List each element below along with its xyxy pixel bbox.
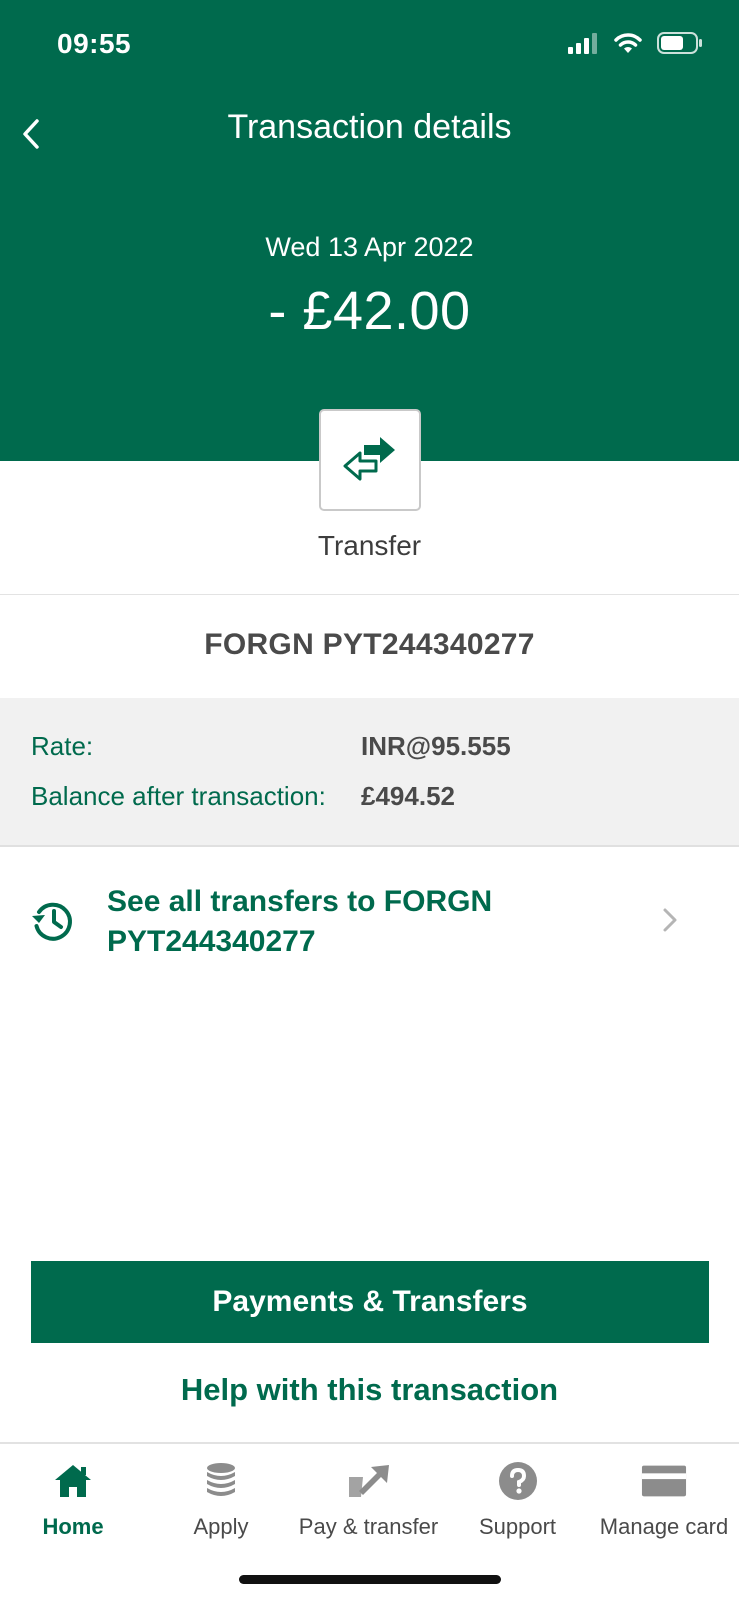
- divider: [0, 594, 739, 595]
- signal-icon: [568, 33, 597, 54]
- rate-label: Rate:: [31, 731, 94, 761]
- tab-apply[interactable]: Apply: [181, 1444, 261, 1554]
- question-icon: [495, 1460, 541, 1502]
- tab-pay-transfer-label: Pay & transfer: [298, 1514, 439, 1539]
- see-all-transfers-label: See all transfers to FORGN PYT244340277: [107, 885, 493, 958]
- status-time: 09:55: [57, 28, 132, 59]
- transaction-info-panel: Rate: INR@95.555 Balance after transacti…: [0, 698, 739, 847]
- tab-support-label: Support: [478, 1514, 557, 1539]
- history-icon: [32, 902, 72, 941]
- coins-stack-icon: [198, 1460, 244, 1502]
- card-icon: [641, 1460, 687, 1502]
- battery-icon: [657, 32, 702, 54]
- transaction-type-badge: [319, 409, 421, 511]
- balance-label: Balance after transaction:: [31, 781, 326, 811]
- transaction-amount: - £42.00: [268, 281, 471, 341]
- payee-name: FORGN PYT244340277: [204, 628, 535, 661]
- tab-support[interactable]: Support: [470, 1444, 565, 1554]
- pay-transfer-icon: [346, 1460, 392, 1502]
- transaction-date: Wed 13 Apr 2022: [265, 232, 474, 262]
- help-transaction-link[interactable]: Help with this transaction: [0, 1372, 739, 1408]
- transfer-arrows-icon: [343, 437, 395, 481]
- tab-manage-card[interactable]: Manage card: [599, 1444, 729, 1554]
- see-all-transfers-link[interactable]: See all transfers to FORGN PYT244340277: [0, 870, 739, 970]
- tab-pay-transfer[interactable]: Pay & transfer: [296, 1444, 441, 1554]
- tab-manage-card-label: Manage card: [599, 1514, 729, 1539]
- home-icon: [50, 1460, 96, 1502]
- home-indicator: [239, 1575, 501, 1584]
- payments-transfers-button[interactable]: Payments & Transfers: [31, 1261, 709, 1343]
- chevron-right-icon: [663, 908, 677, 932]
- rate-value: INR@95.555: [361, 731, 511, 761]
- tab-home-label: Home: [42, 1514, 104, 1539]
- tab-apply-label: Apply: [193, 1514, 249, 1539]
- balance-value: £494.52: [361, 781, 455, 811]
- status-icons: [567, 32, 703, 54]
- tab-home[interactable]: Home: [33, 1444, 113, 1554]
- wifi-icon: [614, 33, 642, 53]
- transaction-type-label: Transfer: [317, 530, 422, 561]
- header: 09:55 Transaction details Wed 13 Apr 202…: [0, 0, 739, 461]
- page-title: Transaction details: [227, 108, 512, 146]
